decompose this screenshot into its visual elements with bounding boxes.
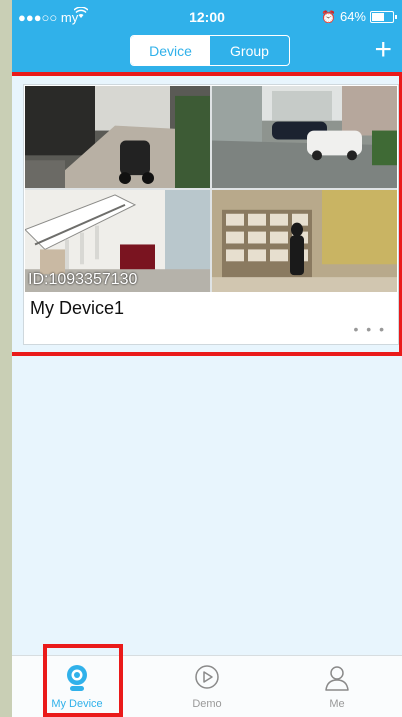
top-bar: ●●●○○ my 12:00 ⏰ 64% Device Group + [12,0,402,73]
app-screen: ●●●○○ my 12:00 ⏰ 64% Device Group + ID:1… [12,0,402,717]
person-icon [272,664,402,692]
battery-icon [370,10,397,23]
tab-me[interactable]: Me [272,656,402,717]
play-icon [142,664,272,692]
status-bar: ●●●○○ my 12:00 ⏰ 64% [12,0,402,30]
tab-label: Me [329,698,345,710]
device-card-highlight [12,72,402,356]
plus-icon[interactable]: + [374,35,392,65]
tab-demo[interactable]: Demo [142,656,272,717]
alarm-icon: ⏰ [321,9,336,24]
battery-status: ⏰ 64% [321,9,397,24]
battery-percent: 64% [339,9,366,24]
tab-label: Demo [192,698,222,710]
tab-highlight [43,644,123,717]
view-segmented-control: Device Group [130,35,290,66]
segment-group[interactable]: Group [210,36,289,65]
segment-device[interactable]: Device [131,36,210,65]
